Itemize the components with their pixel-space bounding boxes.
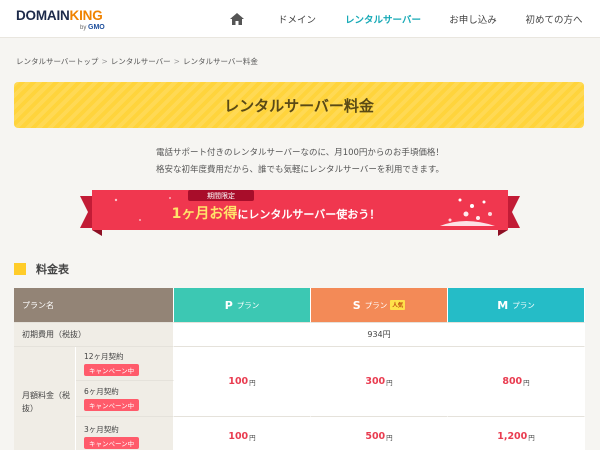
site-header: DOMAINKING by GMO ドメイン レンタルサーバー お申し込み 初め… bbox=[0, 0, 600, 38]
price-p-12-6: 100 円 bbox=[174, 347, 311, 417]
breadcrumb: レンタルサーバートップ > レンタルサーバー > レンタルサーバー料金 bbox=[16, 56, 258, 67]
breadcrumb-separator: > bbox=[173, 57, 180, 66]
logo-sub: by GMO bbox=[80, 24, 105, 31]
plan-letter: S bbox=[352, 298, 361, 312]
row-label-initial-fee: 初期費用（税抜） bbox=[14, 323, 174, 347]
price-p-3: 100 円 bbox=[174, 417, 311, 450]
term-3-months: 3ヶ月契約 キャンペーン中 bbox=[76, 417, 174, 450]
term-label: 6ヶ月契約 bbox=[84, 387, 119, 396]
table-header-plan-name: プラン名 bbox=[14, 288, 174, 323]
table-header-plan-p: P プラン bbox=[174, 288, 311, 323]
breadcrumb-item-current: レンタルサーバー料金 bbox=[182, 57, 258, 66]
nav-home[interactable] bbox=[214, 0, 260, 38]
page-title: レンタルサーバー料金 bbox=[224, 96, 374, 115]
term-label: 12ヶ月契約 bbox=[84, 352, 124, 361]
campaign-headline: 1ヶ月お得にレンタルサーバー使おう！ bbox=[126, 203, 426, 223]
plan-word: プラン bbox=[512, 300, 535, 310]
term-12-months: 12ヶ月契約 キャンペーン中 bbox=[76, 347, 174, 381]
campaign-headline-big: 1ヶ月お得 bbox=[171, 206, 238, 222]
price-s-3: 500 円 bbox=[311, 417, 448, 450]
plan-letter: P bbox=[224, 298, 233, 312]
term-label: 3ヶ月契約 bbox=[84, 425, 119, 434]
campaign-badge: キャンペーン中 bbox=[84, 399, 140, 411]
campaign-badge: キャンペーン中 bbox=[84, 364, 140, 376]
section-marker bbox=[14, 263, 26, 275]
campaign-badge: キャンペーン中 bbox=[84, 437, 140, 449]
plan-word: プラン bbox=[236, 300, 260, 310]
term-6-months: 6ヶ月契約 キャンペーン中 bbox=[76, 381, 174, 417]
breadcrumb-item-rental[interactable]: レンタルサーバー bbox=[111, 56, 171, 67]
plan-word: プラン bbox=[364, 300, 388, 310]
nav-rental-server[interactable]: レンタルサーバー bbox=[332, 0, 434, 38]
logo-text: DOMAINKING bbox=[16, 8, 103, 23]
breadcrumb-separator: > bbox=[101, 57, 108, 66]
plan-letter: M bbox=[497, 298, 509, 312]
nav-apply[interactable]: お申し込み bbox=[434, 0, 512, 38]
initial-fee-value: 934円 bbox=[174, 323, 585, 347]
popular-badge: 人気 bbox=[390, 300, 406, 310]
price-m-3: 1,200 円 bbox=[448, 417, 585, 450]
table-header-plan-s: S プラン 人気 bbox=[311, 288, 448, 323]
nav-first-time[interactable]: 初めての方へ bbox=[514, 0, 594, 38]
intro-line-1: 電話サポート付きのレンタルサーバーなのに、月100円からのお手頃価格！ bbox=[156, 148, 444, 158]
campaign-tag: 期間限定 bbox=[188, 190, 254, 201]
intro-text: 電話サポート付きのレンタルサーバーなのに、月100円からのお手頃価格！ 格安な初… bbox=[0, 145, 600, 179]
price-m-12-6: 800 円 bbox=[448, 347, 585, 417]
campaign-headline-small: にレンタルサーバー使おう！ bbox=[237, 208, 381, 221]
row-label-monthly-fee: 月額料金（税抜） bbox=[14, 347, 76, 450]
intro-line-2: 格安な初年度費用だから、誰でも気軽にレンタルサーバーを利用できます。 bbox=[155, 165, 445, 175]
page-title-band: レンタルサーバー料金 bbox=[14, 82, 584, 128]
price-s-12-6: 300 円 bbox=[311, 347, 448, 417]
site-logo[interactable]: DOMAINKING by GMO bbox=[16, 8, 134, 32]
nav-domain[interactable]: ドメイン bbox=[262, 0, 332, 38]
table-header-plan-m: M プラン bbox=[448, 288, 585, 323]
breadcrumb-item-top[interactable]: レンタルサーバートップ bbox=[16, 56, 98, 67]
section-title-price-table: 料金表 bbox=[36, 263, 69, 276]
home-icon bbox=[230, 13, 244, 25]
